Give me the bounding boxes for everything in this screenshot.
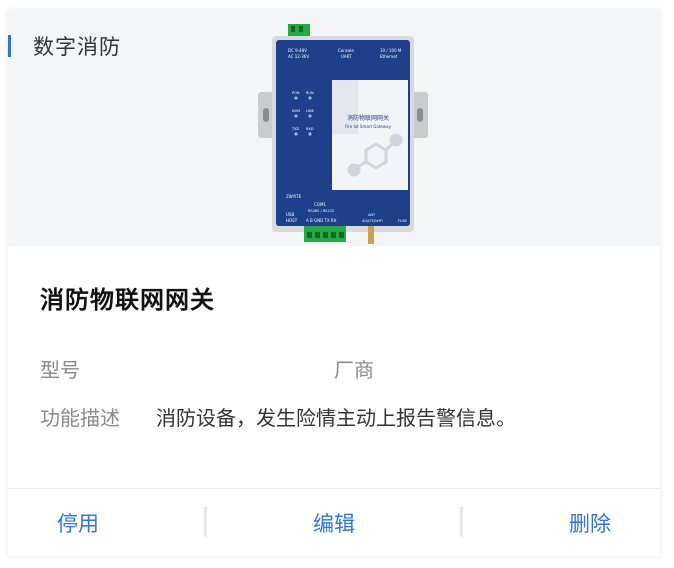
category-label: 数字消防 <box>33 35 121 59</box>
svg-text:A B GND TX RX: A B GND TX RX <box>306 218 337 223</box>
svg-text:ANT: ANT <box>368 213 376 217</box>
svg-text:AC 12-36V: AC 12-36V <box>288 54 309 59</box>
svg-text:RS485 / RS232: RS485 / RS232 <box>308 209 334 213</box>
svg-text:RUN: RUN <box>306 91 314 95</box>
svg-text:Ethernet: Ethernet <box>380 54 398 59</box>
svg-text:COM1: COM1 <box>314 202 326 207</box>
svg-text:10 / 100 M: 10 / 100 M <box>380 48 402 53</box>
svg-text:DC 9-48V: DC 9-48V <box>288 48 307 53</box>
vendor-label: 厂商 <box>334 358 374 382</box>
svg-text:RXD: RXD <box>306 127 314 131</box>
edit-button[interactable]: 编辑 <box>264 489 404 556</box>
svg-text:USB: USB <box>286 212 294 217</box>
svg-text:NUM: NUM <box>292 109 300 113</box>
antenna-connector <box>368 226 374 244</box>
category-tag: 数字消防 <box>8 32 121 60</box>
product-image-area: 数字消防 消防物联网网关 Fire Iot Smart Gateway DC 9… <box>8 10 660 246</box>
product-title: 消防物联网网关 <box>40 286 215 314</box>
svg-text:HOST: HOST <box>286 218 298 223</box>
model-label: 型号 <box>40 358 80 382</box>
gateway-device-image: 消防物联网网关 Fire Iot Smart Gateway DC 9-48V … <box>258 24 428 244</box>
svg-text:ZWYITE: ZWYITE <box>286 194 302 199</box>
description-label: 功能描述 <box>40 406 120 430</box>
svg-text:TXD: TXD <box>291 127 300 131</box>
svg-text:PON: PON <box>292 91 300 95</box>
action-divider <box>460 507 463 537</box>
card-actions: 停用 编辑 删除 <box>8 488 660 556</box>
product-card: 数字消防 消防物联网网关 Fire Iot Smart Gateway DC 9… <box>8 10 660 556</box>
delete-button[interactable]: 删除 <box>520 489 660 556</box>
category-accent-bar <box>8 35 11 57</box>
svg-text:FUSE: FUSE <box>398 219 407 223</box>
disable-button[interactable]: 停用 <box>8 489 148 556</box>
svg-text:4G/LTE/WIFI: 4G/LTE/WIFI <box>362 219 383 223</box>
svg-text:Console: Console <box>338 48 354 53</box>
device-product-subtitle: Fire Iot Smart Gateway <box>345 124 392 129</box>
action-divider <box>204 507 207 537</box>
svg-text:LINK: LINK <box>306 109 315 113</box>
description-value: 消防设备，发生险情主动上报告警信息。 <box>156 406 516 430</box>
svg-text:UART: UART <box>341 54 352 59</box>
device-product-name: 消防物联网网关 <box>347 114 389 122</box>
